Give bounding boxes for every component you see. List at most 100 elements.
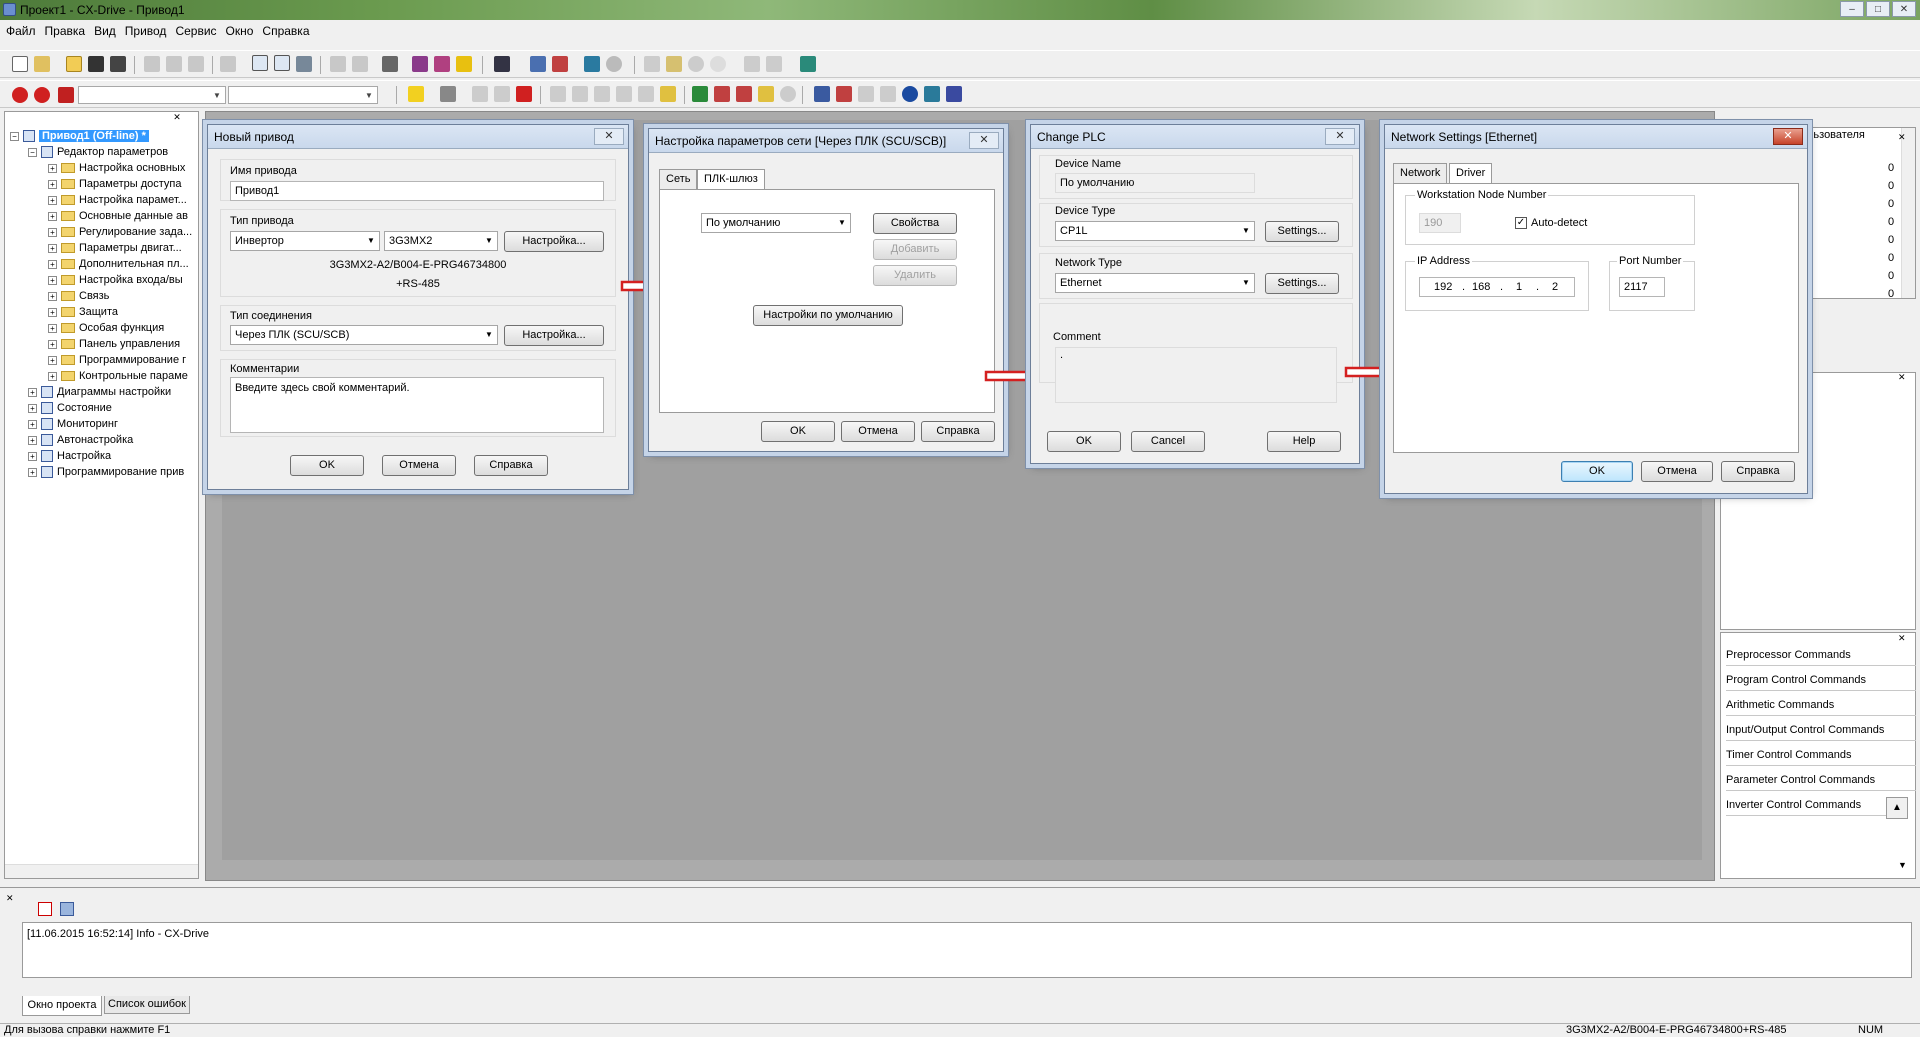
transfer4-icon[interactable] (616, 86, 632, 102)
device-name-field[interactable]: По умолчанию (1055, 173, 1255, 193)
collapse-icon[interactable]: − (10, 131, 19, 141)
menu-service[interactable]: Сервис (175, 24, 216, 38)
no-edit-icon[interactable] (736, 86, 752, 102)
zoom-area-icon[interactable] (644, 56, 660, 72)
command-category-item[interactable]: Preprocessor Commands (1726, 644, 1916, 666)
network-type-select[interactable]: Ethernet ▼ (1055, 273, 1255, 293)
port-input[interactable]: 2117 (1619, 277, 1665, 297)
tree-item[interactable]: + Параметры двигат... (48, 240, 182, 256)
cancel-button[interactable]: Отмена (841, 421, 915, 442)
cancel-button[interactable]: Отмена (382, 455, 456, 476)
transfer1-icon[interactable] (550, 86, 566, 102)
connection-type-select[interactable]: Через ПЛК (SCU/SCB) ▼ (230, 325, 498, 345)
edit-icon[interactable] (472, 86, 488, 102)
cancel-button[interactable]: Отмена (1641, 461, 1713, 482)
comment-textarea[interactable]: Введите здесь свой комментарий. (230, 377, 604, 433)
name-input[interactable]: Привод1 (230, 181, 604, 201)
transfer3-icon[interactable] (594, 86, 610, 102)
cut-icon[interactable] (144, 56, 160, 72)
pan-hand-icon[interactable] (766, 56, 782, 72)
tab-driver[interactable]: Driver (1449, 163, 1493, 185)
wifi-icon[interactable] (606, 56, 622, 72)
flag-icon[interactable] (714, 86, 730, 102)
save-icon[interactable] (88, 56, 104, 72)
tree-item[interactable]: + Автонастройка (28, 432, 133, 448)
tree-item[interactable]: + Мониторинг (28, 416, 118, 432)
command-category-item[interactable]: Program Control Commands (1726, 669, 1916, 691)
bulb-icon[interactable] (758, 86, 774, 102)
network-icon[interactable] (530, 56, 546, 72)
command-category-item[interactable]: Timer Control Commands (1726, 744, 1916, 766)
add-button[interactable]: Добавить (873, 239, 957, 260)
cancel-button[interactable]: Cancel (1131, 431, 1205, 452)
zoom-out-icon[interactable] (710, 56, 726, 72)
expand-icon[interactable]: + (28, 387, 37, 397)
gateway-select[interactable]: По умолчанию ▼ (701, 213, 851, 233)
user-params-scroll[interactable] (1901, 128, 1915, 298)
layout2-icon[interactable] (274, 55, 290, 71)
tree-item[interactable]: + Защита (48, 304, 118, 320)
monitor-icon[interactable] (584, 56, 600, 72)
clear-icon[interactable] (494, 86, 510, 102)
paste-icon[interactable] (188, 56, 204, 72)
tab-project-window[interactable]: Окно проекта (22, 996, 102, 1016)
tree-item[interactable]: + Диаграммы настройки (28, 384, 171, 400)
menu-view[interactable]: Вид (94, 24, 116, 38)
warning-icon[interactable] (408, 86, 424, 102)
properties-button[interactable]: Свойства (873, 213, 957, 234)
layout1-icon[interactable] (252, 55, 268, 71)
expand-icon[interactable]: + (48, 163, 57, 173)
transfer5-icon[interactable] (638, 86, 654, 102)
delete-button[interactable]: Удалить (873, 265, 957, 286)
menu-window[interactable]: Окно (226, 24, 254, 38)
comment-textarea[interactable]: . (1055, 347, 1337, 403)
ip-address-input[interactable]: 192 . 168 . 1 . 2 (1419, 277, 1575, 297)
close-window-button[interactable]: ✕ (1892, 1, 1916, 17)
clear-output-icon[interactable] (38, 902, 52, 916)
trend2-icon[interactable] (858, 86, 874, 102)
ok-button[interactable]: OK (1561, 461, 1633, 482)
power-icon[interactable] (780, 86, 796, 102)
open-folder-icon[interactable] (66, 56, 82, 72)
tree-close-icon[interactable]: ✕ (170, 112, 184, 124)
user-params-close-icon[interactable]: ✕ (1898, 132, 1906, 143)
commands-close-icon[interactable]: ✕ (1898, 633, 1906, 644)
tree-item[interactable]: + Регулирование зада... (48, 224, 192, 240)
disconnect-icon[interactable] (34, 87, 50, 103)
expand-icon[interactable]: + (48, 307, 57, 317)
output-text-area[interactable]: [11.06.2015 16:52:14] Info - CX-Drive (22, 922, 1912, 978)
print-preview-icon[interactable] (352, 56, 368, 72)
drive-type-select[interactable]: Инвертор ▼ (230, 231, 380, 251)
default-settings-button[interactable]: Настройки по умолчанию (753, 305, 903, 326)
drive-model-select[interactable]: 3G3MX2 ▼ (384, 231, 498, 251)
refresh-icon[interactable] (902, 86, 918, 102)
output-close-icon[interactable]: ✕ (6, 893, 14, 904)
layout3-icon[interactable] (296, 56, 312, 72)
list-icon[interactable] (494, 56, 510, 72)
expand-icon[interactable]: + (28, 403, 37, 413)
book2-icon[interactable] (434, 56, 450, 72)
tree-item[interactable]: + Особая функция (48, 320, 164, 336)
tab-network[interactable]: Network (1393, 163, 1448, 183)
tree-item[interactable]: + Настройка основных (48, 160, 185, 176)
param-combo[interactable]: ▼ (228, 86, 378, 104)
device-settings-button[interactable]: Settings... (1265, 221, 1339, 242)
tree-item[interactable]: + Настройка (28, 448, 111, 464)
zoom-in-icon[interactable] (688, 56, 704, 72)
expand-icon[interactable]: + (28, 435, 37, 445)
expand-icon[interactable]: + (48, 179, 57, 189)
expand-icon[interactable]: + (48, 323, 57, 333)
tree-item[interactable]: + Параметры доступа (48, 176, 181, 192)
expand-icon[interactable]: + (48, 211, 57, 221)
close-icon[interactable]: ✕ (594, 128, 624, 145)
book-icon[interactable] (412, 56, 428, 72)
expand-icon[interactable]: + (48, 243, 57, 253)
drive-combo[interactable]: ▼ (78, 86, 226, 104)
close-icon[interactable]: ✕ (1325, 128, 1355, 145)
command-category-item[interactable]: Inverter Control Commands (1726, 794, 1886, 816)
connect-icon[interactable] (12, 87, 28, 103)
undo-icon[interactable] (220, 56, 236, 72)
ok-button[interactable]: OK (761, 421, 835, 442)
menu-drive[interactable]: Привод (125, 24, 167, 38)
properties-close-icon[interactable]: ✕ (1898, 372, 1906, 383)
